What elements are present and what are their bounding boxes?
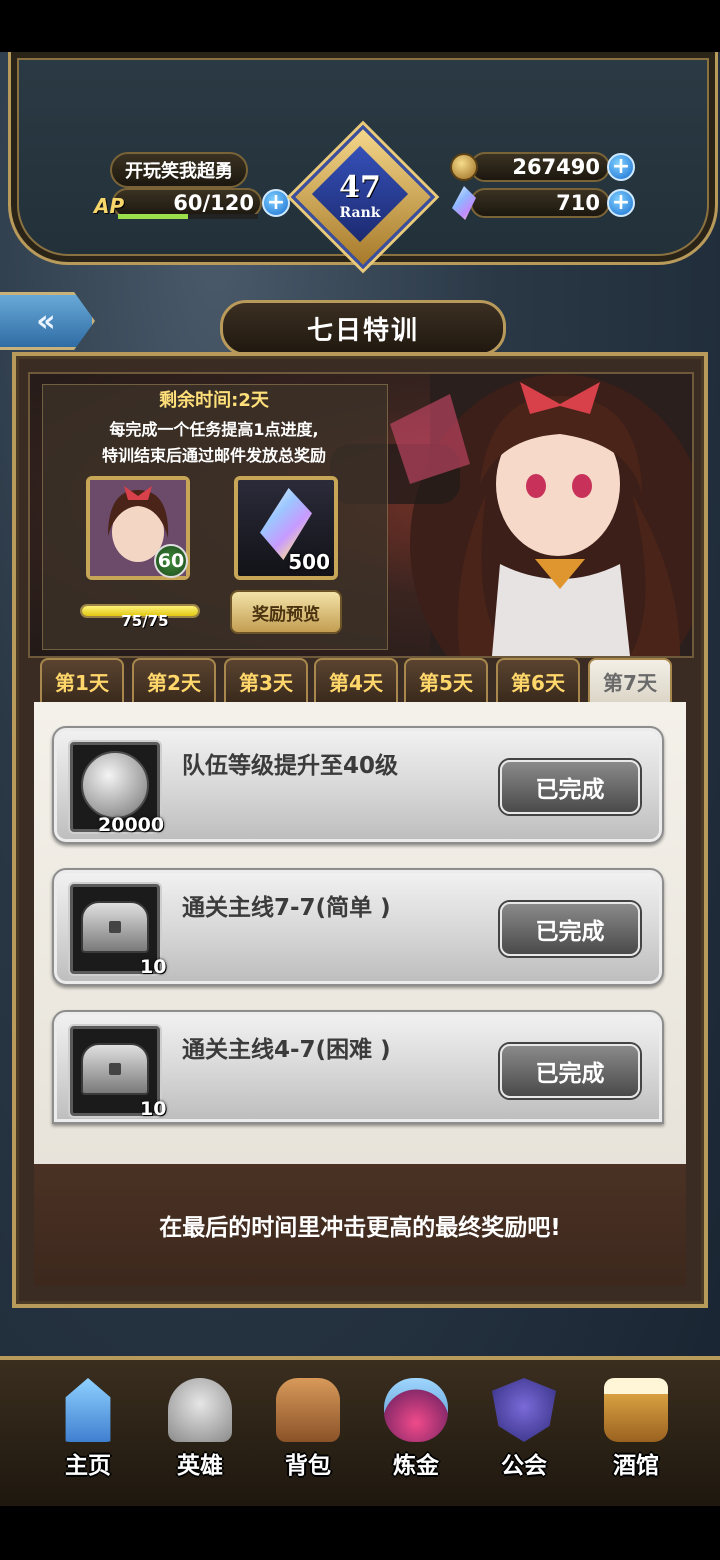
- task-row: 20000 队伍等级提升至40级 已完成: [52, 726, 664, 844]
- tab-label: 第4天: [329, 670, 383, 695]
- tab-day-7[interactable]: 第7天: [588, 658, 672, 702]
- task-reward-qty: 20000: [98, 814, 165, 836]
- tab-day-1[interactable]: 第1天: [40, 658, 124, 702]
- day-tabs: 第1天 第2天 第3天 第4天 第5天 第6天 第7天: [40, 658, 690, 702]
- crystal-reward-item[interactable]: 500: [234, 476, 338, 580]
- tab-day-3[interactable]: 第3天: [224, 658, 308, 702]
- nav-heroes[interactable]: 英雄: [150, 1370, 250, 1482]
- task-reward-qty: 10: [140, 1098, 167, 1120]
- back-arrow-icon: «: [36, 303, 56, 339]
- nav-label: 炼金: [393, 1453, 439, 1479]
- crystal-plate: 710: [470, 188, 610, 218]
- completed-button[interactable]: 已完成: [500, 902, 640, 956]
- nav-home[interactable]: 主页: [38, 1370, 138, 1482]
- crystal-reward-qty: 500: [288, 550, 330, 574]
- page-title: 七日特训: [306, 315, 419, 346]
- add-gold-button[interactable]: +: [607, 153, 635, 181]
- task-row: 10 通关主线4-7(困难 ) 已完成: [52, 1010, 664, 1124]
- task-reward-qty: 10: [140, 956, 167, 978]
- completed-label: 已完成: [535, 1061, 605, 1087]
- add-ap-button[interactable]: +: [262, 189, 290, 217]
- nav-label: 背包: [285, 1453, 331, 1479]
- gold-amount: 267490: [512, 155, 600, 179]
- tab-label: 第5天: [419, 670, 473, 695]
- completed-label: 已完成: [535, 777, 605, 803]
- ap-bar-track: [118, 214, 258, 219]
- hero-level-badge: 60: [154, 544, 188, 578]
- potion-icon: [384, 1378, 448, 1442]
- hero-reward-item[interactable]: 60: [86, 476, 190, 580]
- event-description-line1: 每完成一个任务提高1点进度,: [109, 420, 319, 439]
- nav-alchemy[interactable]: 炼金: [366, 1370, 466, 1482]
- status-bar-area: [0, 0, 720, 52]
- tab-label: 第1天: [55, 670, 109, 695]
- page-title-banner: 七日特训: [220, 300, 506, 356]
- rank-number: 47: [339, 170, 381, 205]
- footer-message: 在最后的时间里冲击更高的最终奖励吧!: [159, 1215, 561, 1241]
- reward-preview-label: 奖励预览: [252, 604, 320, 625]
- hero-level: 60: [157, 550, 185, 572]
- event-description-line2: 特训结束后通过邮件发放总奖励: [101, 446, 326, 465]
- task-title: 通关主线4-7(困难 ): [182, 1037, 391, 1063]
- nav-label: 公会: [501, 1453, 547, 1479]
- tab-day-5[interactable]: 第5天: [404, 658, 488, 702]
- player-name: 开玩笑我超勇: [125, 161, 233, 182]
- tab-label: 第6天: [511, 670, 565, 695]
- tab-label: 第7天: [603, 670, 657, 695]
- completed-button[interactable]: 已完成: [500, 760, 640, 814]
- task-title: 队伍等级提升至40级: [182, 753, 399, 779]
- tab-label: 第3天: [239, 670, 293, 695]
- tavern-mug-icon: [604, 1378, 668, 1442]
- tab-day-6[interactable]: 第6天: [496, 658, 580, 702]
- time-left: 剩余时间:2天: [159, 390, 269, 411]
- backpack-icon: [276, 1378, 340, 1442]
- player-name-plate: 开玩笑我超勇: [110, 152, 248, 188]
- ap-label: AP: [94, 194, 125, 218]
- tab-day-4[interactable]: 第4天: [314, 658, 398, 702]
- nav-backpack[interactable]: 背包: [258, 1370, 358, 1482]
- tab-label: 第2天: [147, 670, 201, 695]
- system-nav-area: [0, 1506, 720, 1560]
- gold-coin-icon: [450, 153, 478, 181]
- ap-value: 60/120: [173, 191, 254, 215]
- crystal-amount: 710: [556, 191, 600, 215]
- rank-label: Rank: [339, 205, 381, 221]
- nav-guild[interactable]: 公会: [474, 1370, 574, 1482]
- task-title: 通关主线7-7(简单 ): [182, 895, 391, 921]
- footer-message-band: 在最后的时间里冲击更高的最终奖励吧!: [34, 1164, 686, 1286]
- tab-day-2[interactable]: 第2天: [132, 658, 216, 702]
- ap-bar-fill: [118, 214, 188, 219]
- guild-shield-icon: [492, 1378, 556, 1442]
- event-progress-text: 75/75: [121, 612, 169, 630]
- nav-label: 主页: [65, 1453, 111, 1479]
- nav-label: 英雄: [177, 1453, 223, 1479]
- task-row: 10 通关主线7-7(简单 ) 已完成: [52, 868, 664, 986]
- castle-icon: [65, 1378, 111, 1442]
- completed-button[interactable]: 已完成: [500, 1044, 640, 1098]
- nav-tavern[interactable]: 酒馆: [586, 1370, 686, 1482]
- gold-plate: 267490: [470, 152, 610, 182]
- reward-preview-button[interactable]: 奖励预览: [230, 590, 342, 634]
- add-crystal-button[interactable]: +: [607, 189, 635, 217]
- helmet-icon: [168, 1378, 232, 1442]
- nav-label: 酒馆: [613, 1453, 659, 1479]
- completed-label: 已完成: [535, 919, 605, 945]
